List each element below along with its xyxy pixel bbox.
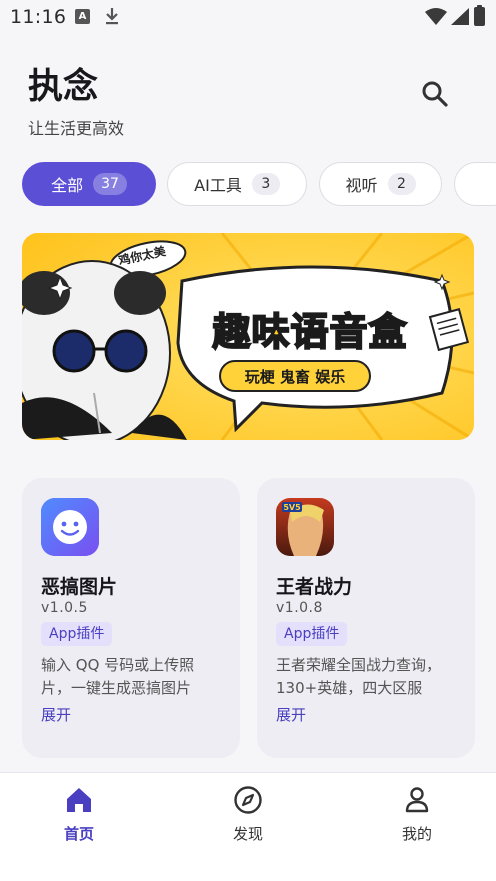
compass-icon — [234, 786, 262, 814]
card-version: v1.0.5 — [41, 600, 88, 616]
tab-more[interactable] — [454, 162, 496, 206]
category-tabs: 全部 37 AI工具 3 视听 2 — [22, 162, 496, 206]
battery-icon — [474, 5, 485, 26]
person-icon — [405, 787, 429, 813]
svg-text:5V5: 5V5 — [283, 503, 301, 512]
home-icon — [67, 788, 91, 812]
tab-label: 全部 — [51, 176, 84, 195]
smiley-app-icon — [41, 498, 99, 556]
search-button[interactable] — [416, 75, 454, 113]
download-icon — [106, 8, 118, 25]
card-expand-link[interactable]: 展开 — [276, 704, 306, 725]
tab-ai-tools[interactable]: AI工具 3 — [167, 162, 307, 206]
search-icon — [422, 81, 448, 107]
game-app-icon: 5V5 — [276, 498, 334, 556]
tab-count: 37 — [93, 173, 127, 195]
tab-audio-video[interactable]: 视听 2 — [319, 162, 442, 206]
card-description: 王者荣耀全国战力查询，130+英雄，四大区服 — [276, 656, 442, 697]
signal-icon — [451, 8, 469, 25]
card-title: 恶搞图片 — [41, 576, 118, 598]
status-time: 11:16 — [10, 6, 67, 28]
nav-label: 我的 — [401, 825, 432, 843]
tab-label: AI工具 — [194, 176, 242, 195]
nav-label: 发现 — [232, 825, 263, 843]
tab-label: 视听 — [345, 176, 378, 195]
tab-count: 3 — [251, 173, 280, 195]
plugin-card-funny-image[interactable]: 恶搞图片 v1.0.5 App插件 输入 QQ 号码或上传照片，一键生成恶搞图片… — [22, 478, 240, 758]
nav-label: 首页 — [63, 825, 94, 843]
plugin-card-hok-power[interactable]: 5V5 王者战力 v1.0.8 App插件 王者荣耀全国战力查询，130+英雄，… — [257, 478, 475, 758]
nav-home[interactable]: 首页 — [19, 773, 139, 863]
status-bar: 11:16 A — [0, 0, 496, 34]
bottom-navigation: 首页 发现 我的 — [0, 772, 496, 881]
nav-discover[interactable]: 发现 — [188, 773, 308, 863]
wifi-icon — [425, 8, 447, 25]
card-version: v1.0.8 — [276, 600, 323, 616]
nav-profile[interactable]: 我的 — [357, 773, 477, 863]
promo-banner[interactable]: 鸡你太美 趣味语音盒 玩梗 鬼畜 娱乐 — [22, 233, 474, 440]
tab-count: 2 — [387, 173, 416, 195]
card-tag: App插件 — [41, 622, 113, 646]
card-description: 输入 QQ 号码或上传照片，一键生成恶搞图片 — [41, 656, 195, 697]
tab-all[interactable]: 全部 37 — [22, 162, 156, 206]
font-notification-icon: A — [75, 9, 90, 24]
card-expand-link[interactable]: 展开 — [41, 704, 71, 725]
card-tag: App插件 — [276, 622, 348, 646]
card-title: 王者战力 — [276, 576, 353, 598]
page-title: 执念 — [28, 67, 99, 107]
banner-title: 趣味语音盒 — [211, 309, 408, 355]
page-subtitle: 让生活更高效 — [28, 119, 125, 138]
banner-tags: 玩梗 鬼畜 娱乐 — [244, 368, 346, 386]
